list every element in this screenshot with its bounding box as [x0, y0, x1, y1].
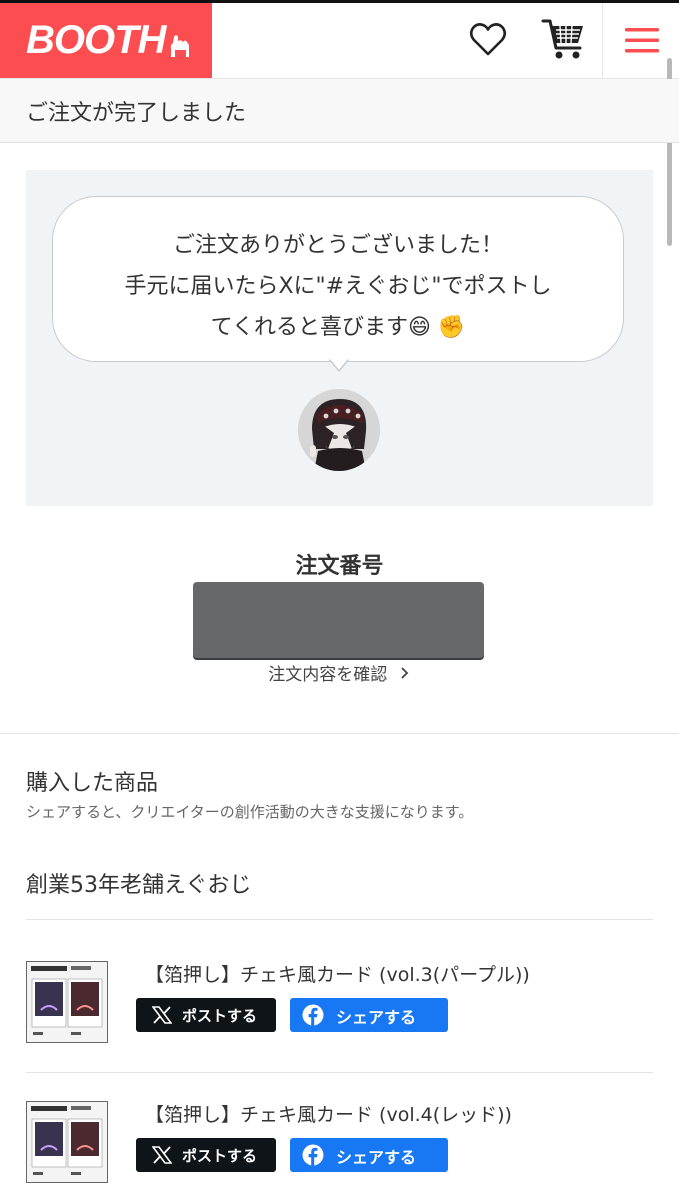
- order-number-redacted: [193, 582, 484, 658]
- share-button-label: シェアする: [336, 1148, 417, 1167]
- message-line: ご注文ありがとうございました！: [172, 233, 503, 258]
- facebook-icon: [302, 1004, 324, 1026]
- camel-icon: [170, 35, 189, 57]
- item-title[interactable]: 【箔押し】チェキ風カード (vol.3(パープル)): [145, 960, 530, 987]
- logo-text: BOOTH: [26, 18, 166, 62]
- chevron-right-icon: [401, 667, 408, 679]
- creator-avatar[interactable]: [298, 389, 380, 471]
- share-facebook-button[interactable]: シェアする: [290, 998, 448, 1032]
- post-to-x-button[interactable]: ポストする: [136, 998, 276, 1032]
- section-divider: [0, 733, 679, 734]
- item-divider: [26, 1072, 653, 1073]
- x-logo-icon: [152, 1006, 172, 1024]
- site-header: BOOTH: [0, 3, 679, 79]
- item-thumbnail[interactable]: [26, 1101, 108, 1183]
- post-to-x-button[interactable]: ポストする: [136, 1138, 276, 1172]
- item-title[interactable]: 【箔押し】チェキ風カード (vol.4(レッド)): [145, 1100, 512, 1127]
- hamburger-menu-icon: [625, 28, 659, 53]
- message-line: てくれると喜びます😄 ✊: [210, 315, 466, 340]
- message-line: 手元に届いたらXに"#えぐおじ"でポストし: [124, 274, 552, 299]
- facebook-icon: [302, 1144, 324, 1166]
- post-button-label: ポストする: [182, 1147, 258, 1165]
- purchased-items-subtitle: シェアすると、クリエイターの創作活動の大きな支援になります。: [26, 803, 474, 821]
- share-button-label: シェアする: [336, 1008, 417, 1027]
- item-thumbnail[interactable]: [26, 961, 108, 1043]
- shopping-cart-icon[interactable]: [540, 15, 584, 59]
- booth-logo[interactable]: BOOTH: [0, 3, 212, 78]
- shop-divider: [26, 919, 653, 920]
- page-title-bar: ご注文が完了しました: [0, 79, 679, 143]
- page-title: ご注文が完了しました: [26, 101, 247, 126]
- shop-name[interactable]: 創業53年老舗えぐおじ: [26, 867, 251, 899]
- share-facebook-button[interactable]: シェアする: [290, 1138, 448, 1172]
- bubble-tail: [329, 359, 349, 373]
- favorites-heart-icon[interactable]: [466, 17, 510, 61]
- view-order-label: 注文内容を確認: [268, 665, 388, 685]
- post-button-label: ポストする: [182, 1007, 258, 1025]
- order-number-label: 注文番号: [295, 554, 384, 579]
- view-order-link[interactable]: 注文内容を確認: [0, 660, 679, 685]
- x-logo-icon: [152, 1146, 172, 1164]
- purchased-items-title: 購入した商品: [26, 771, 159, 796]
- speech-bubble: ご注文ありがとうございました！ 手元に届いたらXに"#えぐおじ"でポストし てく…: [52, 196, 624, 362]
